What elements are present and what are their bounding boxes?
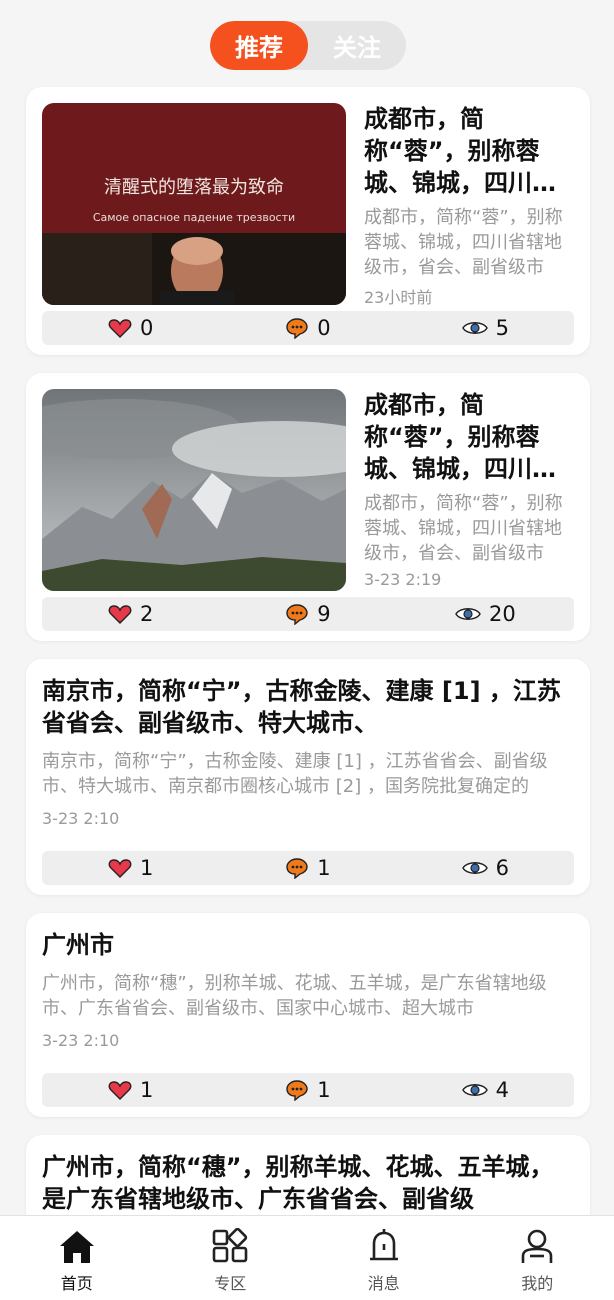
comment-count: 0 (317, 316, 331, 340)
post-stats-bar: 1 1 4 (42, 1073, 574, 1107)
view-stat: 6 (397, 856, 574, 880)
eye-icon (455, 608, 481, 620)
like-stat[interactable]: 0 (42, 316, 219, 340)
heart-icon (108, 319, 132, 338)
post-summary: 广州市，简称“穗”，别称羊城、花城、五羊城，是广东省辖地级市、广东省省会、副省级… (42, 973, 547, 1019)
post-card[interactable]: 清醒式的堕落最为致命 Самое опасное падение трезвос… (26, 87, 590, 355)
tab-following[interactable]: 关注 (308, 21, 406, 70)
post-card[interactable]: 广州市 广州市，简称“穗”，别称羊城、花城、五羊城，是广东省辖地级市、广东省省会… (26, 913, 590, 1117)
nav-zone-label: 专区 (214, 1274, 247, 1293)
app-page: 推荐 关注 清醒式的堕落最为致命 Самое опасное падение т… (0, 0, 614, 1300)
view-count: 5 (495, 316, 509, 340)
nav-messages[interactable]: 消息 (307, 1216, 461, 1300)
post-card[interactable]: 南京市，简称“宁”，古称金陵、建康 [1] ，江苏省省会、副省级市、特大城市、 … (26, 659, 590, 895)
feed-tab-switcher: 推荐 关注 (210, 21, 406, 70)
comment-icon (286, 858, 308, 879)
nav-profile-label: 我的 (521, 1274, 554, 1293)
bell-icon (369, 1229, 398, 1261)
eye-icon (461, 862, 488, 874)
post-title[interactable]: 南京市，简称“宁”，古称金陵、建康 [1] ，江苏省省会、副省级市、特大城市、 (42, 675, 574, 739)
red-poster-image: 清醒式的堕落最为致命 Самое опасное падение трезвос… (42, 103, 346, 305)
view-stat: 4 (397, 1078, 574, 1102)
nav-zone[interactable]: 专区 (154, 1216, 308, 1300)
nav-home-label: 首页 (60, 1274, 93, 1293)
post-title[interactable]: 成都市，简称“蓉”，别称蓉城、锦城，四川省辖地级市、省会 (364, 103, 574, 199)
post-text-block: 成都市，简称“蓉”，别称蓉城、锦城，四川省辖地级市、省会 成都市，简称“蓉”，别… (364, 103, 574, 308)
post-stats-bar: 2 9 20 (42, 597, 574, 631)
post-title[interactable]: 成都市，简称“蓉”，别称蓉城、锦城，四川省辖地级市、省会 (364, 389, 574, 485)
comment-count: 9 (317, 602, 331, 626)
nav-home[interactable]: 首页 (0, 1216, 154, 1300)
nav-profile[interactable]: 我的 (461, 1216, 614, 1300)
post-text-block: 成都市，简称“蓉”，别称蓉城、锦城，四川省辖地级市、省会 成都市，简称“蓉”，别… (364, 389, 574, 589)
post-time: 3-23 2:10 (42, 1031, 120, 1050)
comment-icon (286, 604, 308, 625)
comment-count: 1 (317, 856, 331, 880)
post-summary: 成都市，简称“蓉”，别称蓉城、锦城，四川省辖地级市，省会、副省级市 (364, 493, 563, 564)
like-count: 0 (139, 316, 154, 340)
comment-stat[interactable]: 0 (219, 316, 396, 340)
home-icon (59, 1231, 94, 1263)
post-stats-bar: 1 1 6 (42, 851, 574, 885)
like-stat[interactable]: 2 (42, 602, 219, 626)
view-count: 20 (488, 602, 516, 626)
nav-messages-label: 消息 (367, 1274, 400, 1293)
comment-icon (286, 1080, 308, 1101)
post-summary: 南京市，简称“宁”，古称金陵、建康 [1] ，江苏省省会、副省级市、特大城市、南… (42, 751, 548, 797)
comment-stat[interactable]: 9 (219, 602, 396, 626)
heart-icon (108, 605, 132, 624)
like-stat[interactable]: 1 (42, 1078, 219, 1102)
like-count: 1 (139, 856, 154, 880)
view-stat: 20 (397, 602, 574, 626)
post-time: 3-23 2:10 (42, 809, 120, 828)
eye-icon (461, 1084, 488, 1096)
post-card[interactable]: 成都市，简称“蓉”，别称蓉城、锦城，四川省辖地级市、省会 成都市，简称“蓉”，别… (26, 373, 590, 641)
eye-icon (461, 322, 488, 334)
post-stats-bar: 0 0 5 (42, 311, 574, 345)
view-count: 6 (495, 856, 509, 880)
bottom-nav: 首页 专区 消息 我的 (0, 1215, 614, 1300)
heart-icon (108, 1081, 132, 1100)
post-thumbnail[interactable]: 清醒式的堕落最为致命 Самое опасное падение трезвос… (42, 103, 346, 305)
mountain-image (42, 389, 346, 591)
post-time: 23小时前 (364, 288, 433, 307)
view-stat: 5 (397, 316, 574, 340)
profile-icon (521, 1229, 553, 1263)
grid-icon (212, 1228, 248, 1263)
like-stat[interactable]: 1 (42, 856, 219, 880)
comment-icon (286, 318, 308, 339)
post-title[interactable]: 广州市 (42, 929, 574, 961)
poster-text-cn: 清醒式的堕落最为致命 (104, 177, 284, 198)
post-thumbnail[interactable] (42, 389, 346, 591)
like-count: 2 (139, 602, 154, 626)
post-summary: 成都市，简称“蓉”，别称蓉城、锦城，四川省辖地级市，省会、副省级市 (364, 207, 563, 278)
poster-text-ru: Самое опасное падение трезвости (93, 211, 295, 224)
post-time: 3-23 2:19 (364, 570, 442, 589)
heart-icon (108, 859, 132, 878)
like-count: 1 (139, 1078, 154, 1102)
post-feed: 清醒式的堕落最为致命 Самое опасное падение трезвос… (26, 87, 590, 1273)
view-count: 4 (495, 1078, 509, 1102)
tab-recommend[interactable]: 推荐 (210, 21, 308, 70)
comment-count: 1 (317, 1078, 331, 1102)
comment-stat[interactable]: 1 (219, 1078, 396, 1102)
comment-stat[interactable]: 1 (219, 856, 396, 880)
post-title[interactable]: 广州市，简称“穗”，别称羊城、花城、五羊城，是广东省辖地级市、广东省省会、副省级 (42, 1151, 574, 1215)
